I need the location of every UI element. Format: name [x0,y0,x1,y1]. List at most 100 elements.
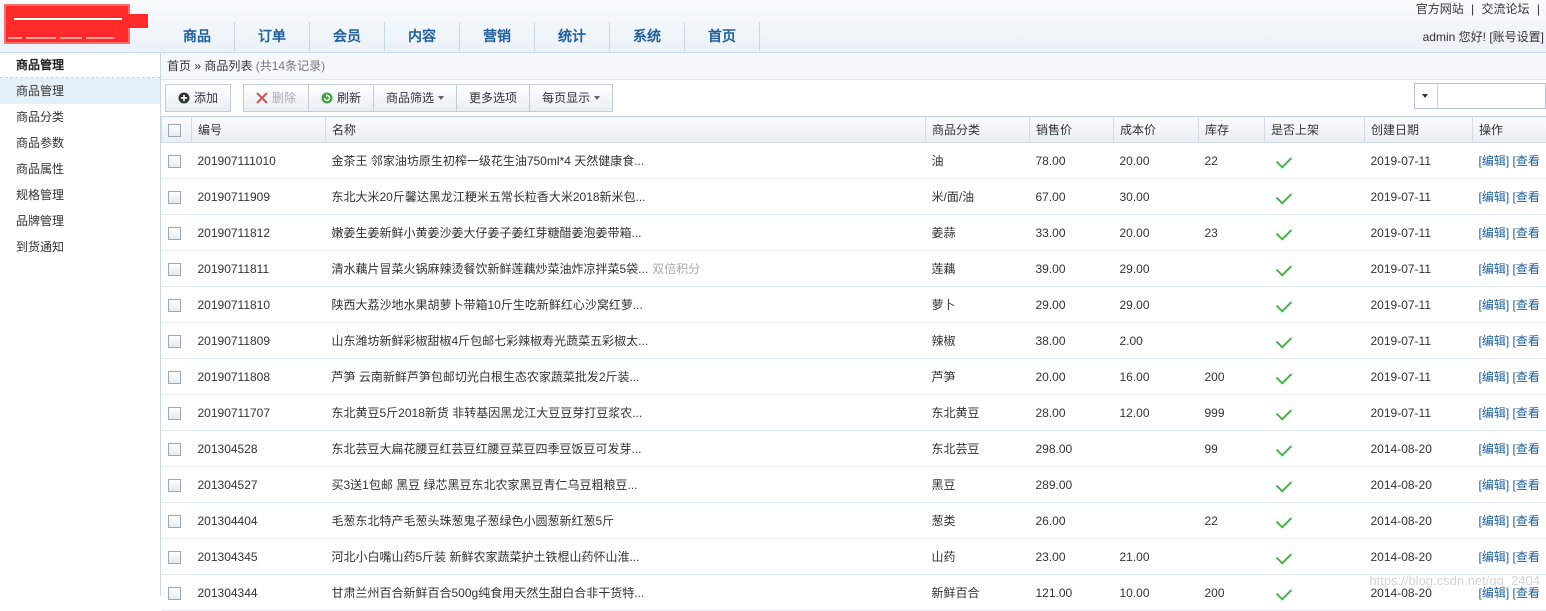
col-name[interactable]: 名称 [326,117,926,143]
edit-link[interactable]: [编辑] [1479,478,1510,492]
nav-tab-content[interactable]: 内容 [385,22,460,51]
view-link[interactable]: [查看 [1513,262,1540,276]
view-link[interactable]: [查看 [1513,334,1540,348]
check-icon[interactable] [1275,296,1291,312]
check-icon[interactable] [1275,368,1291,384]
table-row[interactable]: 20190711707东北黄豆5斤2018新货 非转基因黑龙江大豆豆芽打豆浆农.… [162,395,1546,431]
sidebar-item-brand-manage[interactable]: 品牌管理 [0,208,160,234]
edit-link[interactable]: [编辑] [1479,154,1510,168]
col-created[interactable]: 创建日期 [1365,117,1473,143]
edit-link[interactable]: [编辑] [1479,226,1510,240]
check-icon[interactable] [1275,476,1291,492]
col-id[interactable]: 编号 [192,117,326,143]
product-name-link[interactable]: 东北黄豆5斤2018新货 非转基因黑龙江大豆豆芽打豆浆农... [332,406,643,420]
row-checkbox[interactable] [168,155,181,168]
edit-link[interactable]: [编辑] [1479,334,1510,348]
more-options-button[interactable]: 更多选项 [457,85,530,111]
row-checkbox[interactable] [168,299,181,312]
nav-tab-members[interactable]: 会员 [310,22,385,51]
row-checkbox[interactable] [168,371,181,384]
view-link[interactable]: [查看 [1513,442,1540,456]
sidebar-item-goods-params[interactable]: 商品参数 [0,130,160,156]
edit-link[interactable]: [编辑] [1479,550,1510,564]
sidebar-item-goods-attrs[interactable]: 商品属性 [0,156,160,182]
table-row[interactable]: 201304344甘肃兰州百合新鲜百合500g纯食用天然生甜白合非干货特...新… [162,575,1546,611]
product-name-link[interactable]: 东北大米20斤馨达黑龙江粳米五常长粒香大米2018新米包... [332,190,646,204]
edit-link[interactable]: [编辑] [1479,262,1510,276]
view-link[interactable]: [查看 [1513,154,1540,168]
product-name-link[interactable]: 毛葱东北特产毛葱头珠葱鬼子葱绿色小圆葱新红葱5斤 [332,514,615,528]
filter-dropdown[interactable]: 商品筛选 [374,85,457,111]
check-icon[interactable] [1275,404,1291,420]
product-name-link[interactable]: 清水藕片冒菜火锅麻辣烫餐饮新鲜莲藕炒菜油炸凉拌菜5袋... [332,262,649,276]
table-row[interactable]: 20190711811清水藕片冒菜火锅麻辣烫餐饮新鲜莲藕炒菜油炸凉拌菜5袋...… [162,251,1546,287]
select-all-checkbox[interactable] [168,124,181,137]
product-name-link[interactable]: 芦笋 云南新鲜芦笋包邮切光白根生态农家蔬菜批发2斤装... [332,370,640,384]
row-checkbox[interactable] [168,407,181,420]
row-checkbox[interactable] [168,587,181,600]
table-row[interactable]: 20190711809山东潍坊新鲜彩椒甜椒4斤包邮七彩辣椒寿光蔬菜五彩椒太...… [162,323,1546,359]
nav-tab-stats[interactable]: 统计 [535,22,610,51]
edit-link[interactable]: [编辑] [1479,298,1510,312]
sidebar-item-spec-manage[interactable]: 规格管理 [0,182,160,208]
edit-link[interactable]: [编辑] [1479,514,1510,528]
nav-tab-goods[interactable]: 商品 [160,22,235,51]
nav-tab-home[interactable]: 首页 [685,22,760,51]
check-icon[interactable] [1275,548,1291,564]
product-name-link[interactable]: 金茶王 邻家油坊原生初榨一级花生油750ml*4 天然健康食... [332,154,645,168]
edit-link[interactable]: [编辑] [1479,586,1510,600]
check-icon[interactable] [1275,224,1291,240]
add-button[interactable]: 添加 [166,85,230,111]
nav-tab-system[interactable]: 系统 [610,22,685,51]
product-name-link[interactable]: 陕西大荔沙地水果胡萝卜带箱10斤生吃新鲜红心沙窝红萝... [332,298,643,312]
table-row[interactable]: 201304527买3送1包邮 黑豆 绿芯黑豆东北农家黑豆青仁乌豆粗粮豆...黑… [162,467,1546,503]
delete-button[interactable]: 删除 [244,85,309,111]
view-link[interactable]: [查看 [1513,550,1540,564]
product-name-link[interactable]: 买3送1包邮 黑豆 绿芯黑豆东北农家黑豆青仁乌豆粗粮豆... [332,478,638,492]
view-link[interactable]: [查看 [1513,226,1540,240]
check-icon[interactable] [1275,584,1291,600]
view-link[interactable]: [查看 [1513,478,1540,492]
col-category[interactable]: 商品分类 [926,117,1030,143]
product-name-link[interactable]: 甘肃兰州百合新鲜百合500g纯食用天然生甜白合非干货特... [332,586,645,600]
table-row[interactable]: 201304404毛葱东北特产毛葱头珠葱鬼子葱绿色小圆葱新红葱5斤葱类26.00… [162,503,1546,539]
col-on-shelf[interactable]: 是否上架 [1265,117,1365,143]
view-link[interactable]: [查看 [1513,190,1540,204]
product-name-link[interactable]: 河北小白嘴山药5斤装 新鲜农家蔬菜护土铁棍山药怀山淮... [332,550,640,564]
search-field-dropdown[interactable] [1415,84,1438,108]
table-row[interactable]: 20190711810陕西大荔沙地水果胡萝卜带箱10斤生吃新鲜红心沙窝红萝...… [162,287,1546,323]
view-link[interactable]: [查看 [1513,586,1540,600]
table-row[interactable]: 201907111010金茶王 邻家油坊原生初榨一级花生油750ml*4 天然健… [162,143,1546,179]
col-stock[interactable]: 库存 [1199,117,1265,143]
row-checkbox[interactable] [168,515,181,528]
view-link[interactable]: [查看 [1513,514,1540,528]
forum-link[interactable]: 交流论坛 [1482,2,1530,16]
row-checkbox[interactable] [168,263,181,276]
edit-link[interactable]: [编辑] [1479,442,1510,456]
check-icon[interactable] [1275,512,1291,528]
col-cost[interactable]: 成本价 [1114,117,1199,143]
row-checkbox[interactable] [168,191,181,204]
table-row[interactable]: 20190711812嫩姜生姜新鲜小黄姜沙姜大仔姜子姜红芽糖醋姜泡姜带箱...姜… [162,215,1546,251]
product-name-link[interactable]: 东北芸豆大扁花腰豆红芸豆红腰豆菜豆四季豆饭豆可发芽... [332,442,642,456]
refresh-button[interactable]: 刷新 [309,85,374,111]
product-name-link[interactable]: 山东潍坊新鲜彩椒甜椒4斤包邮七彩辣椒寿光蔬菜五彩椒太... [332,334,649,348]
table-row[interactable]: 201304528东北芸豆大扁花腰豆红芸豆红腰豆菜豆四季豆饭豆可发芽...东北芸… [162,431,1546,467]
row-checkbox[interactable] [168,443,181,456]
check-icon[interactable] [1275,260,1291,276]
row-checkbox[interactable] [168,551,181,564]
breadcrumb-home[interactable]: 首页 [167,59,191,73]
table-row[interactable]: 20190711909东北大米20斤馨达黑龙江粳米五常长粒香大米2018新米包.… [162,179,1546,215]
check-icon[interactable] [1275,152,1291,168]
col-price[interactable]: 销售价 [1030,117,1114,143]
view-link[interactable]: [查看 [1513,406,1540,420]
table-row[interactable]: 201304345河北小白嘴山药5斤装 新鲜农家蔬菜护土铁棍山药怀山淮...山药… [162,539,1546,575]
row-checkbox[interactable] [168,479,181,492]
edit-link[interactable]: [编辑] [1479,370,1510,384]
row-checkbox[interactable] [168,335,181,348]
view-link[interactable]: [查看 [1513,370,1540,384]
sidebar-item-goods-manage[interactable]: 商品管理 [0,78,160,104]
official-site-link[interactable]: 官方网站 [1416,2,1464,16]
nav-tab-orders[interactable]: 订单 [235,22,310,51]
check-icon[interactable] [1275,188,1291,204]
